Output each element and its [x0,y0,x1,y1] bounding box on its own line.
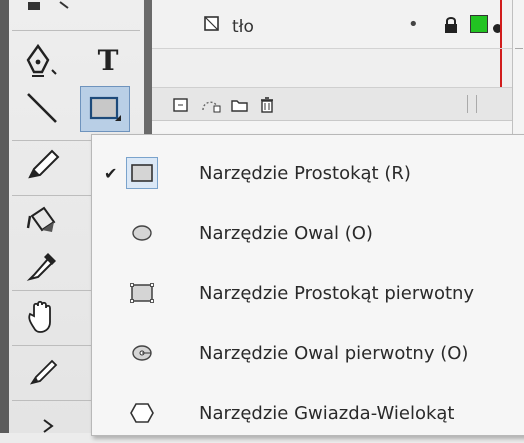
menu-item-oval-tool[interactable]: Narzędzie Owal (O) [92,203,524,263]
playhead-line [500,49,502,87]
empty-layer-area [152,49,512,88]
timeline-panel: tło • [152,0,524,135]
pen-tool-icon[interactable] [14,40,70,80]
menu-item-polystar-tool[interactable]: Narzędzie Gwiazda-Wielokąt [92,383,524,443]
eyedropper-tool-icon[interactable] [14,245,70,285]
polystar-icon [126,397,158,429]
menu-item-label: Narzędzie Gwiazda-Wielokąt [199,402,455,424]
hand-tool-icon[interactable] [14,296,70,338]
menu-item-primitive-rectangle-tool[interactable]: Narzędzie Prostokąt pierwotny [92,263,524,323]
partial-tool-icon[interactable] [20,0,90,18]
text-tool-icon[interactable]: T [80,40,136,80]
oval-icon [126,217,158,249]
layer-visibility-dot[interactable]: • [408,14,419,35]
partial-tool-icon[interactable] [30,410,70,433]
motion-guide-icon[interactable] [200,96,222,118]
layer-name[interactable]: tło [232,17,254,37]
menu-item-label: Narzędzie Prostokąt pierwotny [199,282,475,304]
primitive-oval-icon [126,337,158,369]
rectangle-icon [126,157,158,189]
trash-icon[interactable] [258,95,276,119]
layer-color-swatch[interactable] [470,15,488,33]
paint-bucket-tool-icon[interactable] [14,200,70,240]
menu-item-rectangle-tool[interactable]: ✔ Narzędzie Prostokąt (R) [92,143,524,203]
timeline-toolbar [152,88,512,121]
new-layer-icon[interactable] [172,96,190,118]
rectangle-tool-button[interactable] [80,86,130,132]
menu-item-primitive-oval-tool[interactable]: Narzędzie Owal pierwotny (O) [92,323,524,383]
layer-row[interactable]: tło • [152,0,512,49]
primitive-rectangle-icon [126,277,158,309]
text-tool-glyph: T [97,43,119,77]
menu-item-label: Narzędzie Prostokąt (R) [199,162,411,184]
pencil-tool-icon[interactable] [14,145,70,185]
tools-panel-left-edge [0,0,9,433]
line-tool-icon[interactable] [14,85,70,131]
rectangle-tool-icon [89,96,121,121]
rectangle-tools-flyout-menu: ✔ Narzędzie Prostokąt (R) Narzędzie Owal… [91,134,524,436]
layer-page-icon [202,14,222,38]
menu-item-label: Narzędzie Owal pierwotny (O) [199,342,469,364]
lock-icon[interactable] [442,16,460,38]
menu-item-label: Narzędzie Owal (O) [199,222,373,244]
resize-grip[interactable] [467,95,477,113]
brush-tool-icon[interactable] [14,350,70,392]
tools-separator [12,30,140,31]
checkmark-icon: ✔ [104,163,118,183]
new-folder-icon[interactable] [230,96,250,118]
playhead-line [500,0,502,48]
timeline-frame-strip [512,0,524,135]
